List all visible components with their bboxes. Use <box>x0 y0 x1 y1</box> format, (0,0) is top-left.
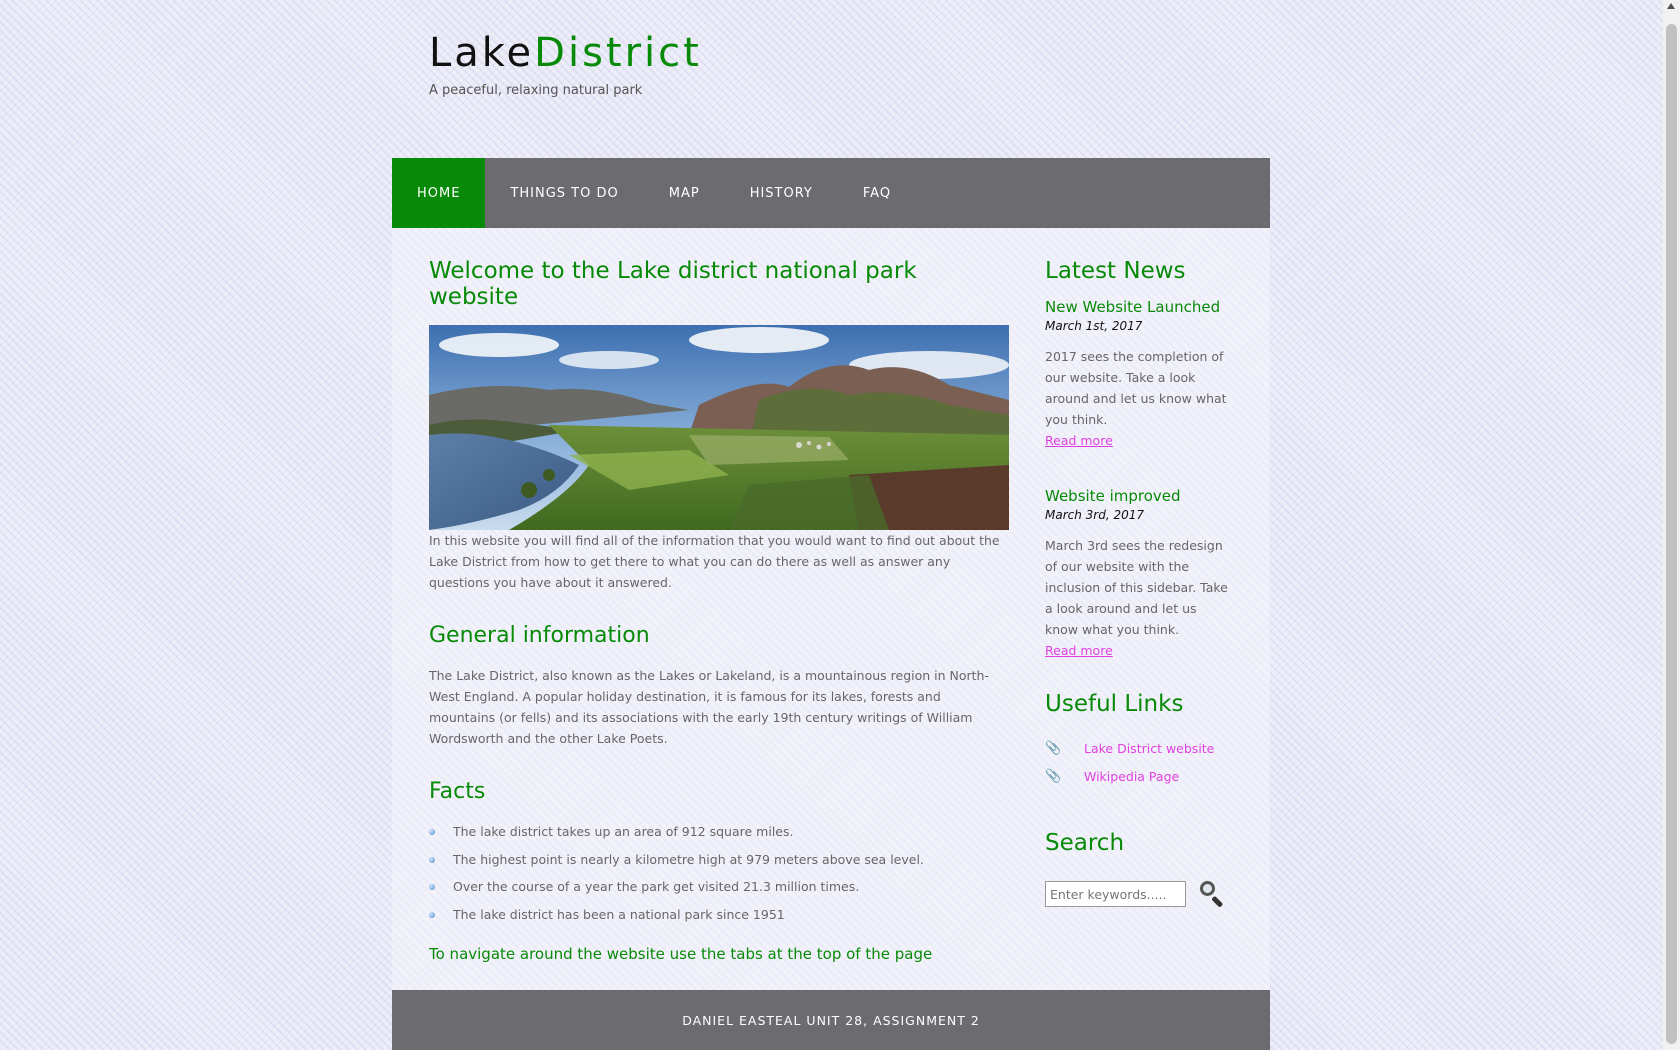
site-slogan: A peaceful, relaxing natural park <box>429 83 643 98</box>
read-more-link[interactable]: Read more <box>1045 640 1233 661</box>
lake-district-landscape-image <box>429 325 1009 530</box>
news-date: March 3rd, 2017 <box>1045 508 1145 522</box>
news-text: March 3rd sees the redesign of our websi… <box>1045 538 1228 637</box>
nav-tab-map[interactable]: MAP <box>644 158 725 228</box>
general-info-paragraph: The Lake District, also known as the Lak… <box>429 668 989 746</box>
paperclip-icon: 📎 <box>1045 740 1062 756</box>
logo-part-district: District <box>534 30 702 76</box>
link-item: 📎 Wikipedia Page <box>1045 762 1233 790</box>
facts-list: The lake district takes up an area of 91… <box>429 821 1009 931</box>
general-info-heading: General information <box>429 623 650 648</box>
search-form <box>1045 880 1233 908</box>
facts-heading: Facts <box>429 779 486 804</box>
search-button[interactable] <box>1198 880 1226 908</box>
news-item: New Website Launched March 1st, 2017 201… <box>1045 298 1233 451</box>
sidebar: Latest News New Website Launched March 1… <box>1045 258 1233 908</box>
intro-paragraph: In this website you will find all of the… <box>429 533 1000 590</box>
site-logo[interactable]: LakeDistrict <box>429 30 702 76</box>
fact-item: The lake district has been a national pa… <box>429 904 1009 932</box>
search-input[interactable] <box>1045 881 1186 907</box>
navigation-hint: To navigate around the website use the t… <box>429 945 933 963</box>
useful-links-heading: Useful Links <box>1045 691 1184 717</box>
fact-item: The lake district takes up an area of 91… <box>429 821 1009 849</box>
magnifier-handle <box>1211 895 1224 908</box>
wikipedia-page-link[interactable]: Wikipedia Page <box>1084 769 1179 784</box>
read-more-link[interactable]: Read more <box>1045 430 1233 451</box>
nav-tab-faq[interactable]: FAQ <box>838 158 916 228</box>
nav-tab-home[interactable]: HOME <box>392 158 486 228</box>
footer-credit: DANIEL EASTEAL UNIT 28, ASSIGNMENT 2 <box>682 1012 980 1028</box>
logo-part-lake: Lake <box>429 30 535 76</box>
scrollbar-thumb[interactable] <box>1666 24 1677 1044</box>
paperclip-icon: 📎 <box>1045 768 1062 784</box>
news-text: 2017 sees the completion of our website.… <box>1045 349 1227 427</box>
page-title: Welcome to the Lake district national pa… <box>429 258 917 310</box>
main-column: Welcome to the Lake district national pa… <box>429 258 1009 963</box>
lake-district-website-link[interactable]: Lake District website <box>1084 741 1214 756</box>
news-title: New Website Launched <box>1045 298 1221 316</box>
magnifier-icon <box>1200 881 1215 896</box>
news-title: Website improved <box>1045 487 1181 505</box>
search-heading: Search <box>1045 830 1125 856</box>
nav-tab-things-to-do[interactable]: THINGS TO DO <box>485 158 643 228</box>
fact-item: The highest point is nearly a kilometre … <box>429 849 1009 877</box>
page-scrollbar[interactable] <box>1663 0 1680 1050</box>
link-item: 📎 Lake District website <box>1045 734 1233 762</box>
fact-item: Over the course of a year the park get v… <box>429 876 1009 904</box>
page-footer: DANIEL EASTEAL UNIT 28, ASSIGNMENT 2 <box>392 990 1270 1050</box>
scroll-up-arrow-icon[interactable] <box>1667 3 1675 9</box>
news-date: March 1st, 2017 <box>1045 319 1143 333</box>
main-nav: HOME THINGS TO DO MAP HISTORY FAQ <box>392 158 1270 228</box>
latest-news-heading: Latest News <box>1045 258 1186 284</box>
useful-links-list: 📎 Lake District website 📎 Wikipedia Page <box>1045 734 1233 790</box>
nav-tab-history[interactable]: HISTORY <box>725 158 838 228</box>
news-item: Website improved March 3rd, 2017 March 3… <box>1045 487 1233 661</box>
